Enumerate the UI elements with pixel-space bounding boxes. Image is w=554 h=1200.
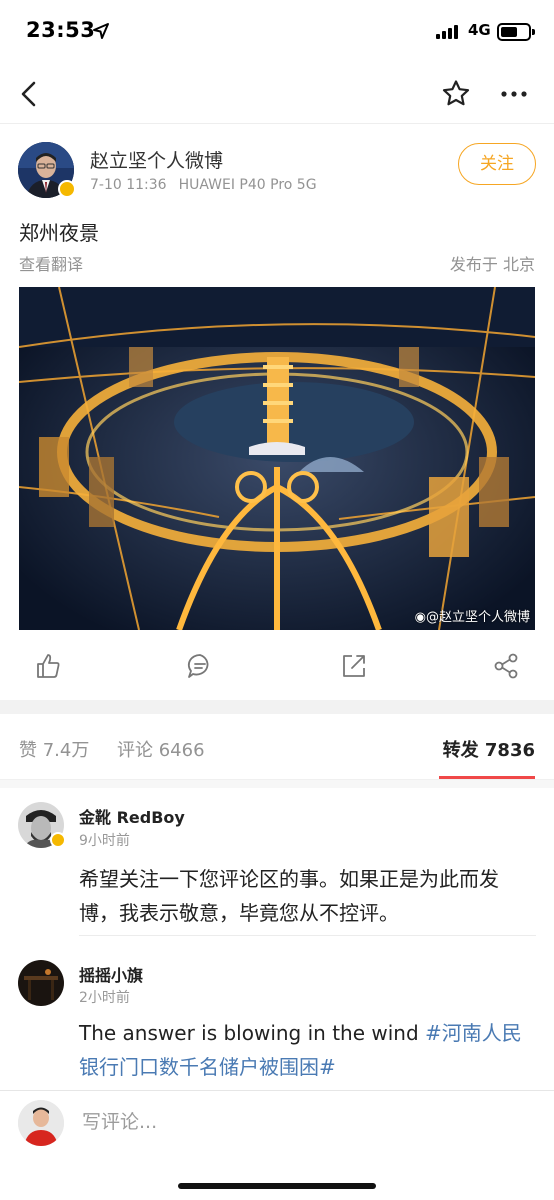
comment-bar — [0, 1090, 554, 1200]
repost-time: 9小时前 — [79, 833, 130, 849]
tab-likes[interactable]: 赞 7.4万 — [19, 736, 89, 762]
post-action-bar — [0, 640, 554, 692]
post-text: 郑州夜景 — [19, 221, 99, 245]
repost-icon[interactable] — [340, 652, 368, 680]
author-avatar[interactable] — [18, 142, 76, 198]
back-icon[interactable] — [14, 78, 44, 110]
signal-icon — [436, 25, 458, 39]
comment-input[interactable] — [82, 1107, 502, 1137]
star-icon[interactable] — [440, 78, 472, 110]
post-meta: 7-10 11:36 HUAWEI P40 Pro 5G — [90, 177, 317, 193]
translate-link[interactable]: 查看翻译 — [19, 251, 83, 275]
active-tab-indicator — [439, 776, 535, 779]
follow-button[interactable]: 关注 — [458, 143, 536, 185]
photo-watermark: ◉@赵立坚个人微博 — [414, 610, 530, 625]
section-divider — [0, 700, 554, 714]
repost-author[interactable]: 金靴 RedBoy — [79, 804, 185, 828]
section-divider — [0, 780, 554, 788]
repost-text: 希望关注一下您评论区的事。如果正是为此而发博，我表示敬意，毕竟您从不控评。 — [79, 867, 499, 925]
interaction-tabs: 赞 7.4万 评论 6466 转发 7836 — [0, 714, 554, 780]
repost-time: 2小时前 — [79, 990, 130, 1006]
battery-icon — [497, 23, 535, 41]
verified-badge-icon — [50, 832, 66, 848]
like-icon[interactable] — [34, 652, 62, 680]
comment-icon[interactable] — [186, 652, 214, 680]
post-date: 7-10 11:36 — [90, 177, 167, 193]
repost-author[interactable]: 摇摇小旗 — [79, 962, 143, 986]
verified-badge-icon — [58, 180, 76, 198]
avatar[interactable] — [18, 1100, 64, 1146]
posted-from: 发布于 北京 — [449, 255, 535, 274]
post-photo[interactable]: ◉@赵立坚个人微博 — [19, 287, 535, 630]
status-bar: 23:53 4G — [0, 0, 554, 66]
location-arrow-icon — [93, 23, 109, 39]
network-type: 4G — [468, 21, 491, 39]
more-icon[interactable] — [496, 78, 532, 110]
tab-comments[interactable]: 评论 6466 — [117, 736, 205, 762]
status-time: 23:53 — [26, 18, 96, 42]
share-icon[interactable] — [492, 652, 520, 680]
divider — [79, 935, 536, 936]
home-indicator — [178, 1183, 376, 1189]
avatar[interactable] — [18, 960, 64, 1006]
repost-text: The answer is blowing in the wind #河南人民银… — [79, 1021, 522, 1079]
post-device: HUAWEI P40 Pro 5G — [178, 177, 317, 193]
nav-bar — [0, 66, 554, 124]
weibo-logo-icon: ◉ — [414, 610, 426, 625]
tab-reposts[interactable]: 转发 7836 — [443, 736, 535, 762]
author-name[interactable]: 赵立坚个人微博 — [90, 146, 223, 173]
